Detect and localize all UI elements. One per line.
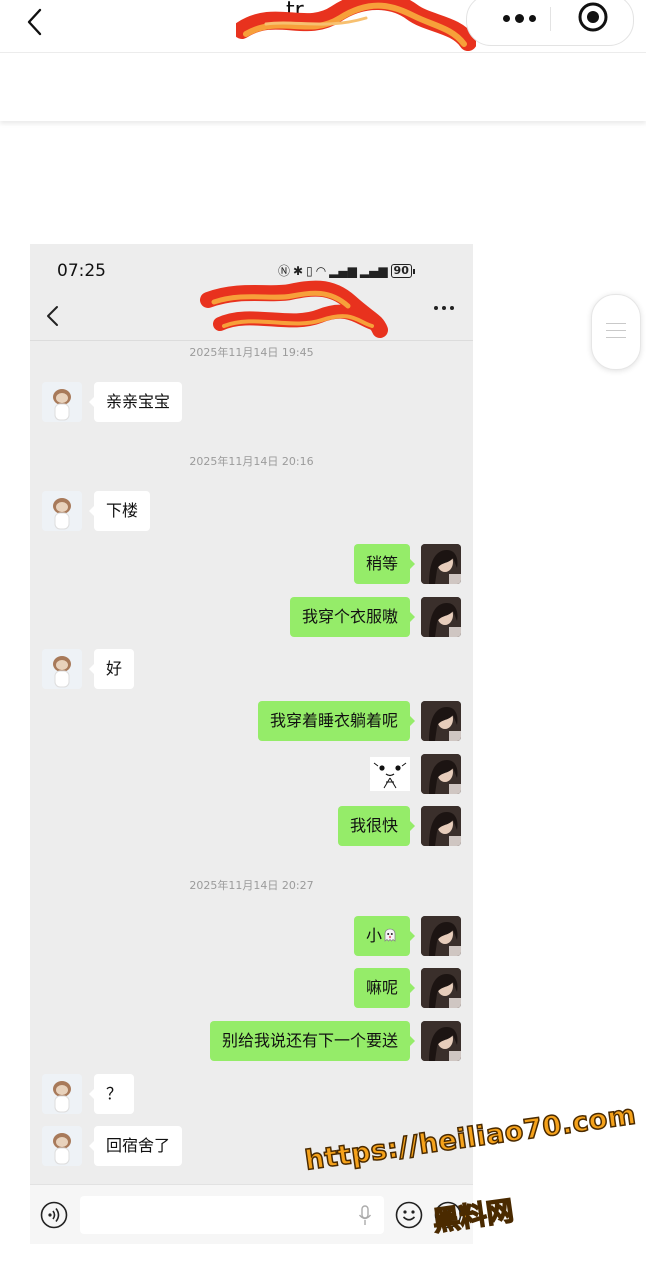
- close-target-icon[interactable]: [577, 1, 609, 33]
- self-avatar[interactable]: [421, 754, 461, 794]
- message-bubble-sent[interactable]: 我穿着睡衣躺着呢: [257, 701, 416, 741]
- message-bubble-sent[interactable]: 小: [353, 916, 416, 956]
- self-avatar[interactable]: [421, 916, 461, 956]
- contact-avatar[interactable]: [42, 491, 82, 531]
- contact-avatar[interactable]: [42, 1074, 82, 1114]
- chat-input-bar: [30, 1184, 473, 1244]
- chat-screenshot: 07:25 Ⓝ ✱ ▯ ◠ ▂▄▆ ▂▄▆ 90 2025年11月14日 19:…: [30, 244, 473, 1244]
- self-avatar[interactable]: [421, 806, 461, 846]
- self-avatar[interactable]: [421, 544, 461, 584]
- message-bubble-received[interactable]: 回宿舍了: [88, 1126, 183, 1166]
- message-bubble-sent[interactable]: 别给我说还有下一个要送: [209, 1021, 416, 1061]
- chat-timestamp: 2025年11月14日 20:27: [189, 879, 314, 892]
- message-bubble-sent[interactable]: 我穿个衣服嗷: [289, 597, 416, 637]
- message-bubble-sent[interactable]: 我很快: [337, 806, 416, 846]
- bluetooth-icon: ✱: [293, 263, 304, 278]
- redaction-scribble: [236, 0, 476, 51]
- header-subbar: [0, 53, 646, 121]
- message-text: 小: [365, 926, 382, 945]
- message-bubble-received[interactable]: 下楼: [88, 491, 151, 531]
- nfc-icon: Ⓝ: [278, 264, 291, 278]
- signal-icon: ▂▄▆: [329, 263, 357, 278]
- redaction-scribble: [200, 280, 388, 338]
- status-time: 07:25: [57, 261, 106, 281]
- message-bubble-sent[interactable]: 稍等: [353, 544, 416, 584]
- self-avatar[interactable]: [421, 968, 461, 1008]
- message-bubble-received[interactable]: 亲亲宝宝: [88, 382, 183, 422]
- contact-avatar[interactable]: [42, 649, 82, 689]
- message-bubble-sent[interactable]: 嘛呢: [353, 968, 416, 1008]
- battery-icon: 90: [390, 263, 416, 278]
- ghost-emoji-icon: [384, 928, 396, 942]
- mic-icon[interactable]: [358, 1205, 372, 1227]
- self-avatar[interactable]: [421, 597, 461, 637]
- chat-back-icon[interactable]: [42, 304, 64, 328]
- mini-app-header: tr: [0, 0, 646, 53]
- side-drawer-handle[interactable]: [591, 294, 641, 370]
- contact-avatar[interactable]: [42, 382, 82, 422]
- back-arrow-icon[interactable]: [18, 6, 54, 42]
- contact-avatar[interactable]: [42, 1126, 82, 1166]
- signal-icon-2: ▂▄▆: [359, 263, 388, 278]
- message-input[interactable]: [80, 1196, 384, 1234]
- chat-timestamp: 2025年11月14日 19:45: [189, 346, 314, 359]
- chat-header-divider: [30, 340, 473, 341]
- chat-more-icon[interactable]: [434, 306, 454, 310]
- self-avatar[interactable]: [421, 701, 461, 741]
- message-bubble-received[interactable]: ？: [88, 1074, 135, 1114]
- message-bubble-received[interactable]: 好: [88, 649, 135, 689]
- emoji-icon[interactable]: [395, 1201, 423, 1229]
- vibrate-icon: ▯: [306, 263, 313, 278]
- status-icons: Ⓝ ✱ ▯ ◠ ▂▄▆ ▂▄▆ 90: [278, 262, 416, 279]
- capsule-menu: [466, 0, 634, 46]
- capsule-divider: [550, 7, 551, 31]
- wifi-icon: ◠: [315, 263, 327, 278]
- chat-timestamp: 2025年11月14日 20:16: [189, 455, 314, 468]
- self-avatar[interactable]: [421, 1021, 461, 1061]
- voice-toggle-icon[interactable]: [40, 1201, 68, 1229]
- more-dots-icon[interactable]: [487, 0, 551, 41]
- cat-sticker-icon[interactable]: [370, 757, 410, 791]
